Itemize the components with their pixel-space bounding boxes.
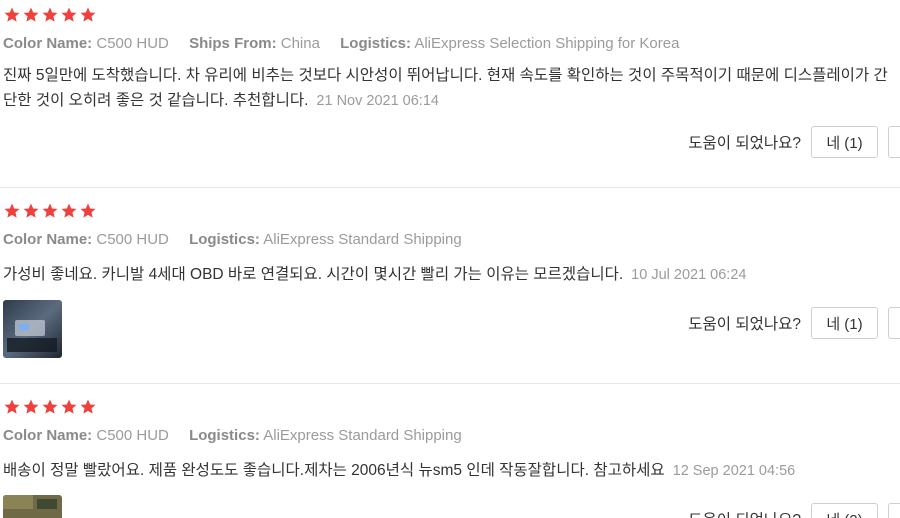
helpful-question: 도움이 되었나요? bbox=[688, 316, 801, 333]
meta-key: Ships From: bbox=[189, 35, 277, 52]
star-icon bbox=[60, 398, 78, 416]
helpful-yes-button[interactable]: 네 (2) bbox=[811, 503, 878, 518]
star-icon bbox=[60, 202, 78, 220]
review-content: 배송이 정말 빨랐어요. 제품 완성도도 좋습니다.제차는 2006년식 뉴sm… bbox=[3, 458, 893, 484]
star-icon bbox=[3, 6, 21, 24]
helpful-question: 도움이 되었나요? bbox=[688, 508, 801, 518]
review-photo[interactable] bbox=[3, 300, 62, 358]
helpful-question: 도움이 되었나요? bbox=[688, 135, 801, 152]
star-icon bbox=[79, 6, 97, 24]
meta-value: AliExpress Standard Shipping bbox=[263, 427, 462, 444]
review-text: 가성비 좋네요. 카니발 4세대 OBD 바로 연결되요. 시간이 몇시간 빨리… bbox=[3, 266, 624, 283]
helpful-row: 도움이 되었나요? 네 (1) bbox=[688, 307, 900, 339]
meta-key: Color Name: bbox=[3, 231, 93, 248]
star-icon bbox=[22, 398, 40, 416]
meta-key: Color Name: bbox=[3, 35, 93, 52]
helpful-row: 도움이 되었나요? 네 (2) bbox=[688, 503, 900, 518]
star-icon bbox=[79, 202, 97, 220]
divider bbox=[0, 383, 900, 384]
star-icon bbox=[22, 6, 40, 24]
meta-value: AliExpress Selection Shipping for Korea bbox=[414, 35, 680, 52]
review-meta: Color Name: C500 HUD Logistics: AliExpre… bbox=[3, 231, 462, 249]
star-icon bbox=[3, 202, 21, 220]
helpful-yes-button[interactable]: 네 (1) bbox=[811, 307, 878, 339]
meta-value: C500 HUD bbox=[96, 35, 169, 52]
review-photo[interactable] bbox=[3, 495, 62, 518]
meta-value: C500 HUD bbox=[96, 427, 169, 444]
review-meta: Color Name: C500 HUD Logistics: AliExpre… bbox=[3, 427, 462, 445]
review-date: 10 Jul 2021 06:24 bbox=[631, 267, 747, 283]
review-photo-image bbox=[3, 300, 62, 358]
star-rating bbox=[3, 6, 97, 26]
review-text: 배송이 정말 빨랐어요. 제품 완성도도 좋습니다.제차는 2006년식 뉴sm… bbox=[3, 462, 665, 479]
helpful-no-button[interactable] bbox=[888, 503, 900, 518]
review-photo-image bbox=[3, 495, 62, 518]
helpful-row: 도움이 되었나요? 네 (1) bbox=[688, 126, 900, 158]
divider bbox=[0, 187, 900, 188]
helpful-no-button[interactable] bbox=[888, 126, 900, 158]
meta-key: Color Name: bbox=[3, 427, 93, 444]
meta-value: AliExpress Standard Shipping bbox=[263, 231, 462, 248]
star-icon bbox=[41, 6, 59, 24]
star-icon bbox=[60, 6, 78, 24]
meta-key: Logistics: bbox=[340, 35, 411, 52]
star-icon bbox=[41, 202, 59, 220]
review-content: 가성비 좋네요. 카니발 4세대 OBD 바로 연결되요. 시간이 몇시간 빨리… bbox=[3, 262, 893, 288]
meta-key: Logistics: bbox=[189, 231, 260, 248]
star-icon bbox=[22, 202, 40, 220]
star-rating bbox=[3, 202, 97, 222]
reviews-list: Color Name: C500 HUD Ships From: China L… bbox=[0, 0, 900, 518]
review-text: 진짜 5일만에 도착했습니다. 차 유리에 비추는 것보다 시안성이 뛰어납니다… bbox=[3, 67, 888, 109]
review-meta: Color Name: C500 HUD Ships From: China L… bbox=[3, 35, 679, 53]
star-icon bbox=[41, 398, 59, 416]
meta-value: China bbox=[280, 35, 320, 52]
star-icon bbox=[79, 398, 97, 416]
meta-key: Logistics: bbox=[189, 427, 260, 444]
star-icon bbox=[3, 398, 21, 416]
helpful-no-button[interactable] bbox=[888, 307, 900, 339]
review-content: 진짜 5일만에 도착했습니다. 차 유리에 비추는 것보다 시안성이 뛰어납니다… bbox=[3, 63, 893, 114]
helpful-yes-button[interactable]: 네 (1) bbox=[811, 126, 878, 158]
review-date: 21 Nov 2021 06:14 bbox=[316, 93, 439, 109]
star-rating bbox=[3, 398, 97, 418]
review-date: 12 Sep 2021 04:56 bbox=[672, 463, 796, 479]
meta-value: C500 HUD bbox=[96, 231, 169, 248]
